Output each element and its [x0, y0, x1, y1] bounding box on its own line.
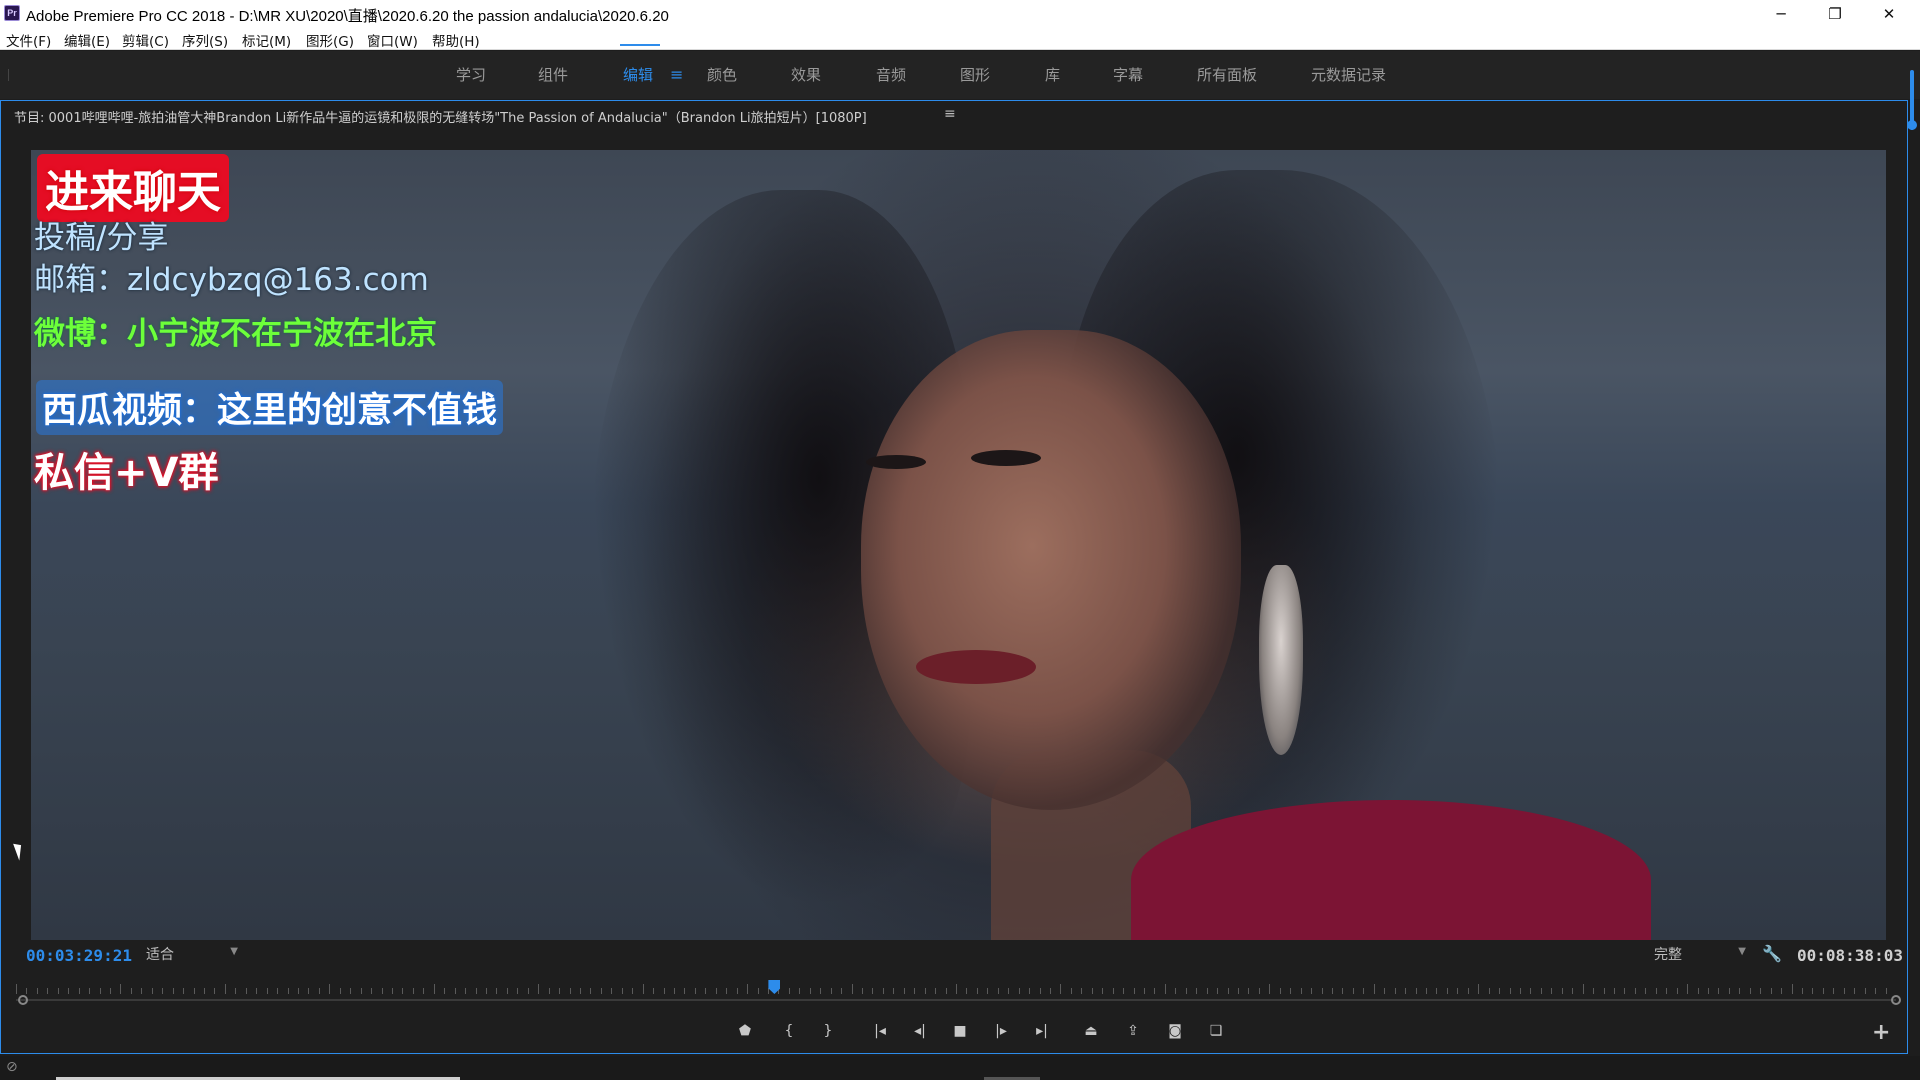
overlay-email-text: 邮箱：zldcybzq@163.com: [34, 262, 429, 298]
playhead-timecode[interactable]: 00:03:29:21: [26, 946, 132, 965]
premiere-app-icon: Pr: [4, 5, 20, 21]
overlay-submit-text: 投稿/分享: [34, 220, 169, 256]
video-frame[interactable]: 进来聊天 投稿/分享 邮箱：zldcybzq@163.com 微博：小宁波不在宁…: [31, 150, 1886, 940]
stop-icon[interactable]: ■: [948, 1020, 972, 1042]
go-to-out-icon[interactable]: ▸|: [1030, 1020, 1054, 1042]
workspace-tab-assembly[interactable]: 组件: [538, 64, 568, 85]
workspace-bar: 学习 组件 编辑 ≡ 颜色 效果 音频 图形 库 字幕 所有面板 元数据记录: [0, 51, 1920, 99]
plus-icon[interactable]: +: [1872, 1020, 1890, 1045]
window-title: Adobe Premiere Pro CC 2018 - D:\MR XU\20…: [26, 8, 669, 25]
video-lips: [916, 650, 1036, 684]
menu-marker[interactable]: 标记(M): [242, 30, 291, 50]
chevron-down-icon: ▼: [1738, 946, 1746, 957]
close-button[interactable]: ✕: [1866, 0, 1912, 27]
overlay-weibo-text: 微博：小宁波不在宁波在北京: [34, 316, 437, 352]
lift-icon[interactable]: ⏏: [1079, 1020, 1103, 1042]
menu-graphics[interactable]: 图形(G): [306, 30, 354, 50]
workspace-tab-audio[interactable]: 音频: [876, 64, 906, 85]
zoom-level-value: 适合: [146, 947, 174, 963]
zoom-scrollbar[interactable]: [16, 999, 1896, 1001]
menu-window[interactable]: 窗口(W): [367, 30, 418, 50]
extract-icon[interactable]: ⇪: [1121, 1020, 1145, 1042]
program-monitor-title[interactable]: 节目: 0001哔哩哔哩-旅拍油管大神Brandon Li新作品牛逼的运镜和极限…: [14, 107, 867, 126]
settings-wrench-icon[interactable]: 🔧: [1762, 944, 1782, 963]
workspace-tab-learning[interactable]: 学习: [456, 64, 486, 85]
video-eye-right: [971, 450, 1041, 466]
duration-timecode: 00:08:38:03: [1797, 946, 1903, 965]
camera-icon[interactable]: ◙: [1163, 1020, 1187, 1042]
workspace-tab-editing[interactable]: 编辑: [623, 64, 653, 85]
workspace-divider: [8, 69, 9, 81]
zoom-handle-left[interactable]: [18, 995, 28, 1005]
step-back-icon[interactable]: ◂|: [908, 1020, 932, 1042]
workspace-menu-icon[interactable]: ≡: [670, 65, 683, 84]
active-workspace-indicator: [620, 44, 660, 46]
menu-edit[interactable]: 编辑(E): [64, 30, 110, 50]
mark-out-icon[interactable]: }: [816, 1020, 840, 1042]
playback-resolution-value: 完整: [1654, 947, 1682, 963]
restore-button[interactable]: ❐: [1812, 0, 1858, 27]
zoom-level-select[interactable]: 适合 ▼: [146, 944, 242, 966]
playback-resolution-select[interactable]: 完整 ▼: [1654, 944, 1750, 966]
workspace-tab-graphics[interactable]: 图形: [960, 64, 990, 85]
workspace-tab-libraries[interactable]: 库: [1045, 64, 1060, 85]
go-to-in-icon[interactable]: |◂: [868, 1020, 892, 1042]
time-ruler[interactable]: [16, 982, 1896, 994]
panel-menu-icon[interactable]: ≡: [944, 106, 956, 122]
menu-bar: 文件(F) 编辑(E) 剪辑(C) 序列(S) 标记(M) 图形(G) 窗口(W…: [0, 27, 1920, 50]
overlay-private-message-text: 私信+V群: [34, 450, 219, 496]
workspace-scrollbar-knob[interactable]: [1907, 120, 1917, 130]
compare-view-icon[interactable]: ❏: [1204, 1020, 1228, 1042]
title-bar: Pr Adobe Premiere Pro CC 2018 - D:\MR XU…: [0, 0, 1920, 27]
status-icon[interactable]: ⊘: [6, 1059, 18, 1075]
workspace-tab-captions[interactable]: 字幕: [1113, 64, 1143, 85]
zoom-handle-right[interactable]: [1891, 995, 1901, 1005]
menu-file[interactable]: 文件(F): [6, 30, 51, 50]
chevron-down-icon: ▼: [230, 946, 238, 957]
menu-clip[interactable]: 剪辑(C): [122, 30, 169, 50]
video-eye-left: [866, 455, 926, 469]
video-earring: [1259, 565, 1303, 755]
menu-help[interactable]: 帮助(H): [432, 30, 480, 50]
video-face: [861, 330, 1241, 810]
workspace-tab-effects[interactable]: 效果: [791, 64, 821, 85]
minimize-button[interactable]: ─: [1758, 0, 1804, 27]
overlay-xigua-text: 西瓜视频：这里的创意不值钱: [36, 380, 504, 435]
menu-sequence[interactable]: 序列(S): [182, 30, 228, 50]
workspace-tab-color[interactable]: 颜色: [707, 64, 737, 85]
workspace-tab-metadata-logging[interactable]: 元数据记录: [1311, 64, 1386, 85]
workspace-tab-all-panels[interactable]: 所有面板: [1197, 64, 1257, 85]
step-forward-icon[interactable]: |▸: [989, 1020, 1013, 1042]
mark-in-icon[interactable]: {: [777, 1020, 801, 1042]
marker-icon[interactable]: ⬟: [733, 1020, 757, 1042]
